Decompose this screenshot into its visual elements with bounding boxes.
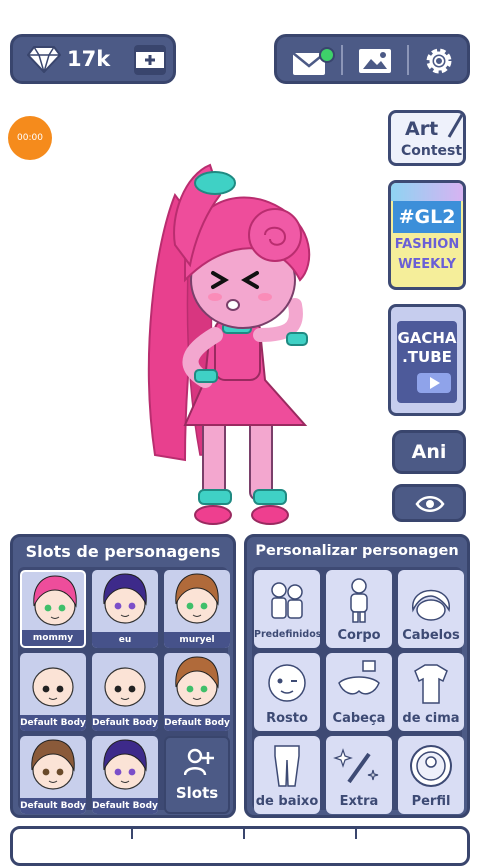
customize-hair[interactable]: Cabelos	[398, 570, 464, 648]
gear-icon[interactable]	[423, 45, 455, 77]
customize-label: Predefinidos	[254, 629, 322, 640]
character-slot[interactable]: Default Body	[164, 653, 230, 731]
pants-icon	[274, 745, 300, 787]
customize-mask[interactable]: Cabeça	[326, 653, 392, 731]
slot-label: Default Body	[92, 798, 158, 814]
customize-face[interactable]: Rosto	[254, 653, 320, 731]
hair-icon	[412, 589, 450, 621]
slot-avatar	[32, 667, 74, 707]
eye-button[interactable]	[392, 484, 466, 522]
character-slot[interactable]: Default Body	[20, 736, 86, 814]
slot-label: mommy long	[22, 630, 84, 646]
customize-body[interactable]: Corpo	[326, 570, 392, 648]
mail-icon[interactable]	[291, 47, 335, 77]
slots-grid: mommy long eu muryel Default Body Defaul…	[18, 567, 230, 814]
record-timer[interactable]: 00:00	[8, 116, 52, 160]
character-slot[interactable]: Default Body	[20, 653, 86, 731]
gl2-line2: WEEKLY	[398, 257, 456, 272]
slot-label: muryel	[164, 632, 230, 648]
slot-label: eu	[92, 632, 158, 648]
customize-label: de cima	[402, 711, 460, 726]
divider	[131, 829, 133, 839]
ani-button[interactable]: Ani	[392, 430, 466, 474]
slots-panel-title: Slots de personagens	[25, 542, 221, 561]
gl2-band	[391, 183, 463, 201]
customize-label: Corpo	[337, 628, 381, 643]
slot-avatar	[175, 573, 219, 624]
customize-shirt[interactable]: de cima	[398, 653, 464, 731]
gl2-title: #GL2	[393, 201, 461, 233]
customize-label: Rosto	[266, 711, 308, 726]
divider	[243, 829, 245, 839]
body-icon	[350, 578, 368, 623]
face-icon	[268, 664, 306, 702]
slot-avatar	[33, 575, 77, 626]
mask-icon	[338, 660, 380, 695]
add-slots-label: Slots	[175, 784, 219, 802]
gacha-tube-line1: GACHA	[397, 329, 457, 347]
divider	[341, 45, 343, 75]
slot-avatar	[175, 656, 219, 707]
customize-label: de baixo	[255, 794, 319, 809]
character-slot[interactable]: Default Body	[92, 653, 158, 731]
customize-profile[interactable]: Perfil	[398, 736, 464, 814]
slot-label: Default Body	[164, 715, 230, 731]
currency-display[interactable]: 17k	[10, 34, 176, 84]
customize-panel-title: Personalizar personagen	[255, 543, 459, 559]
add-user-icon	[184, 748, 214, 776]
bottom-nav-bar[interactable]	[10, 826, 470, 866]
divider	[407, 45, 409, 75]
art-contest-button[interactable]: Art Contest	[388, 110, 466, 166]
customize-label: Cabelos	[402, 628, 460, 643]
character-slot[interactable]: eu	[92, 570, 158, 648]
slot-label: Default Body	[20, 715, 86, 731]
character-slot[interactable]: muryel	[164, 570, 230, 648]
character-preview[interactable]	[115, 155, 330, 530]
character-slot[interactable]: mommy long	[20, 570, 86, 648]
customize-label: Cabeça	[332, 711, 386, 726]
currency-amount: 17k	[67, 47, 111, 71]
customize-panel: Personalizar personagen Predefinidos Corp…	[244, 534, 470, 818]
diamond-icon	[27, 46, 61, 73]
customize-pants[interactable]: de baixo	[254, 736, 320, 814]
customize-people[interactable]: Predefinidos	[254, 570, 322, 648]
image-icon[interactable]	[357, 47, 393, 75]
sparkle-icon	[333, 748, 379, 784]
film-add-icon[interactable]	[133, 44, 167, 76]
play-icon	[417, 373, 451, 393]
gacha-tube-button[interactable]: GACHA .TUBE	[388, 304, 466, 416]
shirt-icon	[414, 664, 448, 704]
eye-icon	[415, 496, 445, 512]
people-icon	[271, 582, 303, 619]
art-contest-line1: Art	[405, 118, 439, 140]
customize-label: Extra	[339, 794, 379, 809]
profile-icon	[410, 745, 452, 787]
customize-grid: Predefinidos Corpo Cabelos Rosto Cabeça de ci…	[252, 567, 464, 814]
fashion-weekly-button[interactable]: #GL2 FASHION WEEKLY	[388, 180, 466, 290]
divider	[355, 829, 357, 839]
top-right-menu	[274, 34, 470, 84]
slots-panel: Slots de personagens mommy long eu murye…	[10, 534, 236, 818]
customize-label: Perfil	[411, 794, 451, 809]
slot-avatar	[103, 739, 147, 790]
add-slots-button[interactable]: Slots	[164, 736, 230, 814]
character-slot[interactable]: Default Body	[92, 736, 158, 814]
gacha-tube-screen: GACHA .TUBE	[397, 321, 457, 403]
slot-label: Default Body	[20, 798, 86, 814]
slot-avatar	[31, 739, 75, 790]
slot-label: Default Body	[92, 715, 158, 731]
gl2-line1: FASHION	[394, 237, 460, 252]
slot-avatar	[103, 573, 147, 624]
art-contest-line2: Contest	[401, 143, 463, 159]
slot-avatar	[104, 667, 146, 707]
gacha-tube-line2: .TUBE	[402, 348, 452, 366]
customize-sparkle[interactable]: Extra	[326, 736, 392, 814]
pencil-icon	[447, 113, 463, 138]
